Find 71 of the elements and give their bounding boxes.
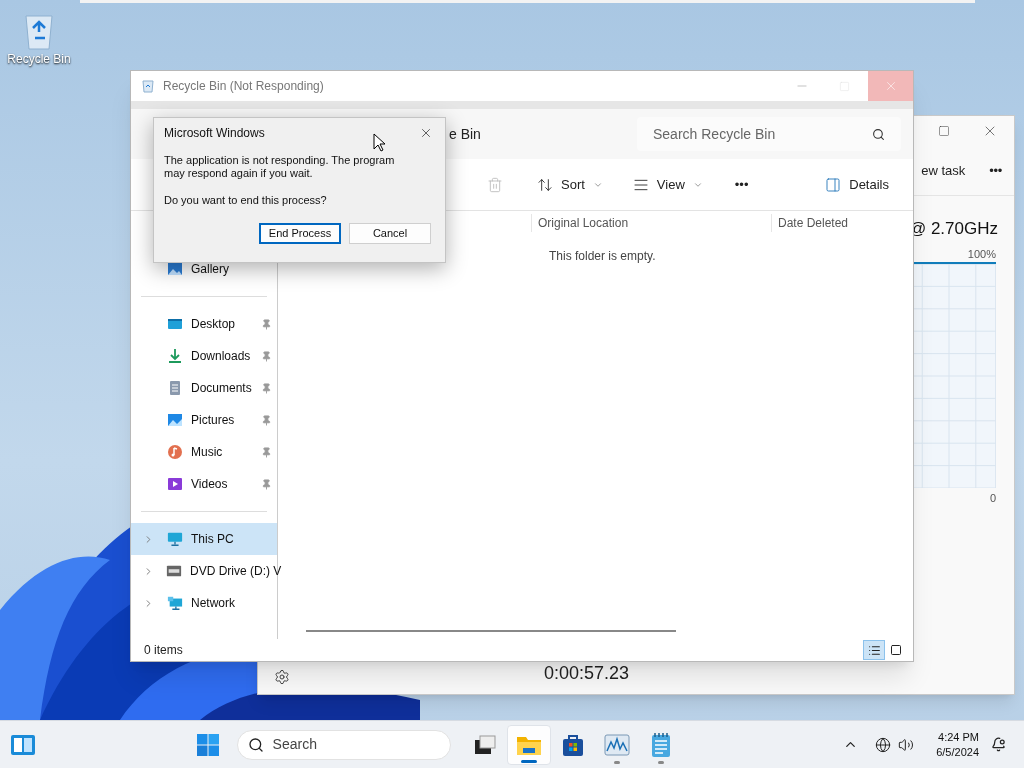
close-icon[interactable]: [419, 126, 433, 140]
column-header[interactable]: Original Location: [531, 214, 771, 232]
scrollbar[interactable]: [306, 630, 676, 632]
speaker-icon[interactable]: [898, 736, 915, 753]
search-icon: [247, 736, 264, 753]
panel-icon: [825, 176, 842, 193]
sidebar-item[interactable]: Pictures: [131, 404, 277, 436]
timer: 0:00:57.23: [544, 662, 630, 685]
empty-message: This folder is empty.: [549, 248, 657, 265]
sidebar-item[interactable]: Desktop: [131, 308, 277, 340]
chart-window-icon: [603, 733, 630, 756]
dialog-button[interactable]: Cancel: [349, 222, 431, 244]
pin-icon: [261, 478, 272, 490]
monitor-icon: [167, 531, 183, 547]
search-icon: [872, 127, 885, 141]
desktop-icon-label: Recycle Bin: [7, 51, 71, 68]
pin-icon: [261, 350, 272, 362]
graph-min-label: 0: [989, 491, 996, 506]
download-icon: [167, 348, 183, 364]
run-task-button[interactable]: ew task: [921, 160, 966, 181]
document-icon: [167, 380, 183, 396]
desktop-icon: [167, 316, 183, 332]
start-icon[interactable]: [196, 733, 219, 756]
network-icon: [167, 595, 183, 611]
sidebar-item[interactable]: Music: [131, 436, 277, 468]
globe-icon[interactable]: [875, 736, 892, 753]
pin-icon: [261, 414, 272, 426]
settings-icon[interactable]: [274, 669, 290, 685]
sidebar-item[interactable]: Gallery: [131, 253, 277, 285]
graph-max-label: 100%: [967, 246, 996, 262]
sidebar-item[interactable]: Downloads: [131, 340, 277, 372]
music-icon: [167, 444, 183, 460]
notepad-icon: [650, 731, 671, 758]
sidebar-item[interactable]: Documents: [131, 372, 277, 404]
window-title: Recycle Bin (Not Responding): [163, 78, 324, 95]
details-view-button[interactable]: [863, 640, 885, 660]
dialog-button[interactable]: End Process: [259, 222, 341, 244]
view-button[interactable]: View: [632, 174, 703, 195]
dialog-message: The application is not responding. The program may respond again if you wait.: [164, 154, 396, 180]
dialog-title: Microsoft Windows: [164, 125, 266, 142]
sort-button[interactable]: Sort: [537, 174, 603, 195]
more-button[interactable]: •••: [734, 174, 749, 195]
list-icon: [867, 643, 881, 657]
cursor-icon: [373, 133, 385, 152]
search-field[interactable]: Search Recycle Bin: [637, 117, 901, 151]
pin-icon: [261, 318, 272, 330]
maximize-icon[interactable]: [938, 125, 950, 137]
sidebar-item[interactable]: Network: [131, 587, 277, 619]
taskbar-search-field[interactable]: Search: [236, 729, 451, 760]
dialog-question: Do you want to end this process?: [164, 193, 328, 208]
column-header[interactable]: Date Deleted: [771, 214, 849, 232]
drive-icon: [166, 563, 182, 579]
more-button[interactable]: •••: [989, 160, 1002, 181]
notification-icon[interactable]: [991, 737, 1006, 752]
sort-icon: [537, 176, 553, 193]
clock[interactable]: 4:24 PM 6/5/2024: [936, 729, 979, 760]
address-bar[interactable]: e Bin: [449, 123, 621, 145]
shopping-bag-icon: [560, 732, 585, 757]
status-text: 0 items: [144, 642, 184, 659]
square-icon: [890, 644, 902, 656]
recycle-bin-icon: [141, 79, 155, 93]
video-icon: [167, 476, 183, 492]
widgets-icon[interactable]: [10, 733, 36, 756]
pin-icon: [261, 382, 272, 394]
sidebar-item[interactable]: Videos: [131, 468, 277, 500]
pin-icon: [261, 446, 272, 458]
picture-icon: [167, 412, 183, 428]
details-button[interactable]: Details: [825, 174, 889, 195]
sidebar-item[interactable]: This PC: [131, 523, 277, 555]
task-view-icon: [473, 734, 496, 755]
gallery-icon: [167, 261, 183, 277]
